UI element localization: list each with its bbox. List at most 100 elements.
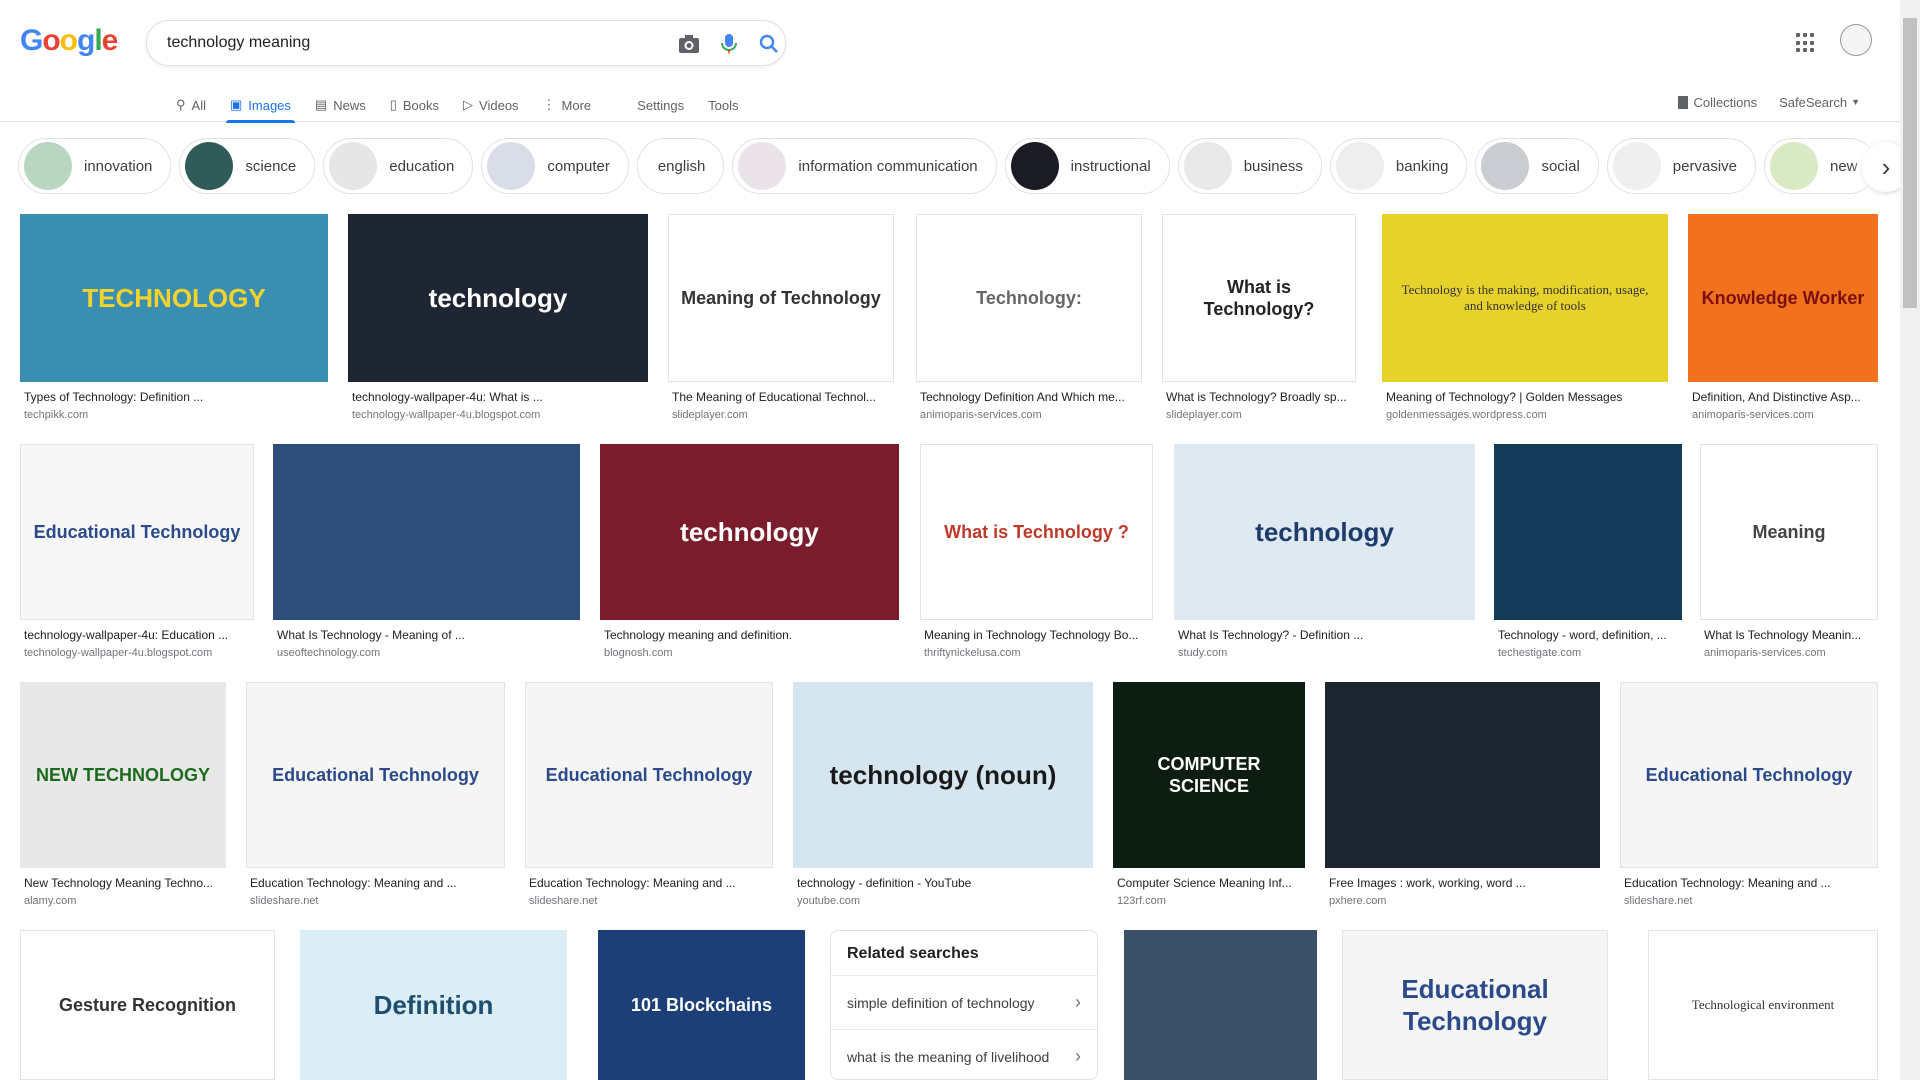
image-title[interactable]: What is Technology? Broadly sp... [1162, 390, 1356, 404]
image-title[interactable]: New Technology Meaning Techno... [20, 876, 226, 890]
image-title[interactable]: The Meaning of Educational Technol... [668, 390, 894, 404]
image-source[interactable]: slideshare.net [246, 895, 505, 907]
chip-social[interactable]: social [1475, 138, 1599, 194]
image-result[interactable]: Knowledge Worker Definition, And Distinct… [1688, 214, 1878, 421]
image-thumbnail[interactable]: What is Technology ? [920, 444, 1153, 620]
image-thumbnail[interactable]: Educational Technology [246, 682, 505, 868]
image-thumbnail[interactable]: Technology: [916, 214, 1142, 382]
image-result[interactable]: Definition [300, 930, 567, 1080]
image-thumbnail[interactable]: What is Technology? [1162, 214, 1356, 382]
image-source[interactable]: pxhere.com [1325, 895, 1600, 907]
image-result[interactable]: Technology - word, definition, ... teches… [1494, 444, 1682, 659]
image-title[interactable]: Education Technology: Meaning and ... [525, 876, 773, 890]
image-source[interactable]: slideplayer.com [1162, 409, 1356, 421]
image-source[interactable]: study.com [1174, 647, 1475, 659]
image-title[interactable]: technology-wallpaper-4u: What is ... [348, 390, 648, 404]
settings-button[interactable]: Settings [625, 88, 696, 122]
image-thumbnail[interactable]: technology [600, 444, 899, 620]
image-title[interactable]: technology - definition - YouTube [793, 876, 1093, 890]
image-thumbnail[interactable]: technology [1174, 444, 1475, 620]
chip-business[interactable]: business [1177, 138, 1322, 194]
image-thumbnail[interactable]: NEW TECHNOLOGY [20, 682, 226, 868]
tab-more[interactable]: ⋮ More [531, 88, 604, 122]
image-title[interactable]: What Is Technology? - Definition ... [1174, 628, 1475, 642]
search-icon[interactable] [757, 32, 781, 56]
image-thumbnail[interactable]: Educational Technology [525, 682, 773, 868]
image-result[interactable] [1124, 930, 1317, 1080]
image-source[interactable]: techestigate.com [1494, 647, 1682, 659]
chip-education[interactable]: education [323, 138, 474, 194]
image-result[interactable]: Technological environment [1648, 930, 1878, 1080]
image-title[interactable]: Computer Science Meaning Inf... [1113, 876, 1305, 890]
image-result[interactable]: What is Technology? What is Technology? B… [1162, 214, 1356, 421]
tab-books[interactable]: ▯ Books [378, 88, 451, 122]
image-source[interactable]: animoparis-services.com [916, 409, 1142, 421]
image-title[interactable]: What Is Technology Meanin... [1700, 628, 1878, 642]
chip-science[interactable]: science [179, 138, 316, 194]
camera-icon[interactable] [677, 32, 701, 56]
related-search-item[interactable]: simple definition of technology › [831, 976, 1097, 1030]
image-title[interactable]: Technology - word, definition, ... [1494, 628, 1682, 642]
image-title[interactable]: technology-wallpaper-4u: Education ... [20, 628, 254, 642]
safesearch-button[interactable]: SafeSearch ▼ [1779, 95, 1860, 110]
related-search-item[interactable]: what is the meaning of livelihood › [831, 1030, 1097, 1079]
chip-banking[interactable]: banking [1329, 138, 1468, 194]
image-title[interactable]: Meaning of Technology? | Golden Messages [1382, 390, 1668, 404]
image-result[interactable]: TECHNOLOGY Types of Technology: Definitio… [20, 214, 328, 421]
image-source[interactable]: thriftynickelusa.com [920, 647, 1153, 659]
image-result[interactable]: technology What Is Technology? - Definiti… [1174, 444, 1475, 659]
image-source[interactable]: techpikk.com [20, 409, 328, 421]
search-input[interactable] [167, 31, 647, 55]
image-thumbnail[interactable]: Technology is the making, modification, … [1382, 214, 1668, 382]
image-source[interactable]: animoparis-services.com [1688, 409, 1878, 421]
image-source[interactable]: useoftechnology.com [273, 647, 580, 659]
image-source[interactable]: technology-wallpaper-4u.blogspot.com [348, 409, 648, 421]
image-source[interactable]: slideplayer.com [668, 409, 894, 421]
collections-button[interactable]: Collections [1677, 95, 1757, 110]
image-thumbnail[interactable] [1494, 444, 1682, 620]
image-source[interactable]: 123rf.com [1113, 895, 1305, 907]
scrollbar[interactable] [1900, 0, 1920, 1080]
tools-button[interactable]: Tools [696, 88, 750, 122]
image-title[interactable]: What Is Technology - Meaning of ... [273, 628, 580, 642]
image-result[interactable]: COMPUTER SCIENCE Computer Science Meaning… [1113, 682, 1305, 907]
image-result[interactable]: Technology: Technology Definition And Whi… [916, 214, 1142, 421]
image-thumbnail[interactable]: 101 Blockchains [598, 930, 805, 1080]
image-source[interactable]: animoparis-services.com [1700, 647, 1878, 659]
image-thumbnail[interactable]: Educational Technology [20, 444, 254, 620]
image-thumbnail[interactable]: technology (noun) [793, 682, 1093, 868]
image-source[interactable]: slideshare.net [1620, 895, 1878, 907]
image-result[interactable]: Educational Technology Education Technolo… [246, 682, 505, 907]
image-thumbnail[interactable] [1325, 682, 1600, 868]
image-result[interactable]: technology technology-wallpaper-4u: What … [348, 214, 648, 421]
image-result[interactable]: Meaning What Is Technology Meanin... animo… [1700, 444, 1878, 659]
chip-instructional[interactable]: instructional [1004, 138, 1170, 194]
tab-videos[interactable]: ▷ Videos [451, 88, 531, 122]
image-source[interactable]: goldenmessages.wordpress.com [1382, 409, 1668, 421]
image-thumbnail[interactable]: technology [348, 214, 648, 382]
image-result[interactable]: 101 Blockchains [598, 930, 805, 1080]
image-result[interactable]: NEW TECHNOLOGY New Technology Meaning Tec… [20, 682, 226, 907]
image-thumbnail[interactable]: Educational Technology [1342, 930, 1608, 1080]
apps-grid-icon[interactable] [1796, 33, 1816, 53]
image-title[interactable]: Definition, And Distinctive Asp... [1688, 390, 1878, 404]
microphone-icon[interactable] [717, 32, 741, 56]
image-title[interactable]: Types of Technology: Definition ... [20, 390, 328, 404]
image-source[interactable]: slideshare.net [525, 895, 773, 907]
avatar[interactable] [1840, 24, 1872, 56]
tab-all[interactable]: ⚲ All [164, 88, 218, 122]
image-title[interactable]: Education Technology: Meaning and ... [246, 876, 505, 890]
chip-english[interactable]: english [636, 138, 725, 194]
image-result[interactable]: What Is Technology - Meaning of ... useof… [273, 444, 580, 659]
image-thumbnail[interactable]: COMPUTER SCIENCE [1113, 682, 1305, 868]
image-thumbnail[interactable]: Technological environment [1648, 930, 1878, 1080]
image-thumbnail[interactable]: TECHNOLOGY [20, 214, 328, 382]
image-title[interactable]: Education Technology: Meaning and ... [1620, 876, 1878, 890]
chip-innovation[interactable]: innovation [18, 138, 172, 194]
image-result[interactable]: Educational Technology technology-wallpap… [20, 444, 254, 659]
image-thumbnail[interactable]: Gesture Recognition [20, 930, 275, 1080]
image-result[interactable]: What is Technology ? Meaning in Technolog… [920, 444, 1153, 659]
scrollbar-thumb[interactable] [1903, 18, 1917, 308]
google-logo[interactable]: Google [20, 24, 118, 58]
image-thumbnail[interactable]: Knowledge Worker [1688, 214, 1878, 382]
